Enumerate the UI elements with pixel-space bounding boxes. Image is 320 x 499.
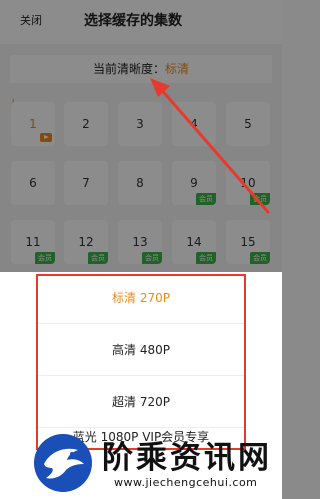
watermark-title: 阶乘资讯网 — [102, 440, 272, 476]
eagle-head-icon — [44, 448, 84, 479]
annotation-arrow-line — [158, 86, 270, 214]
watermark-url: www.jiechengcehui.com — [114, 476, 258, 489]
watermark: 阶乘资讯网 www.jiechengcehui.com — [30, 424, 282, 499]
eagle-logo-icon — [34, 434, 92, 492]
